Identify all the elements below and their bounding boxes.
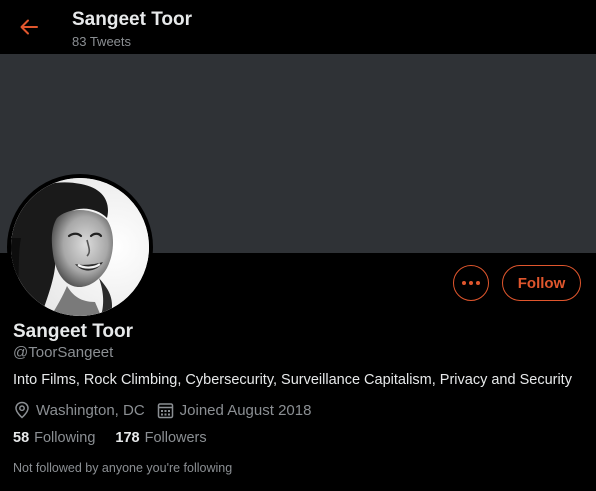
joined-item: Joined August 2018 <box>157 401 312 419</box>
more-options-button[interactable] <box>453 265 489 301</box>
location-pin-icon <box>13 401 31 419</box>
header-title: Sangeet Toor <box>72 9 192 30</box>
avatar[interactable] <box>11 178 149 316</box>
avatar-photo <box>11 178 149 316</box>
user-handle: @ToorSangeet <box>13 344 114 361</box>
more-dots-icon <box>462 281 480 285</box>
not-followed-note: Not followed by anyone you're following <box>13 461 233 475</box>
followers-label: Followers <box>144 430 207 446</box>
back-button[interactable] <box>14 12 44 42</box>
followers-count: 178 <box>115 430 140 446</box>
location-text: Washington, DC <box>36 401 145 419</box>
following-label: Following <box>34 430 96 446</box>
following-count: 58 <box>13 430 30 446</box>
profile-bio: Into Films, Rock Climbing, Cybersecurity… <box>13 372 572 388</box>
arrow-left-icon <box>20 19 38 35</box>
follow-button[interactable]: Follow <box>502 265 581 301</box>
follow-stats: 58 Following 178 Followers <box>13 430 227 446</box>
calendar-icon <box>157 401 175 419</box>
profile-header: Sangeet Toor 83 Tweets <box>0 0 596 54</box>
location-item: Washington, DC <box>13 401 145 419</box>
followers-link[interactable]: 178 Followers <box>115 430 206 446</box>
tweet-count: 83 Tweets <box>72 34 132 49</box>
profile-meta: Washington, DC Joined August 2018 <box>13 400 323 420</box>
following-link[interactable]: 58 Following <box>13 430 95 446</box>
display-name: Sangeet Toor <box>13 321 133 342</box>
joined-text: Joined August 2018 <box>179 401 312 419</box>
